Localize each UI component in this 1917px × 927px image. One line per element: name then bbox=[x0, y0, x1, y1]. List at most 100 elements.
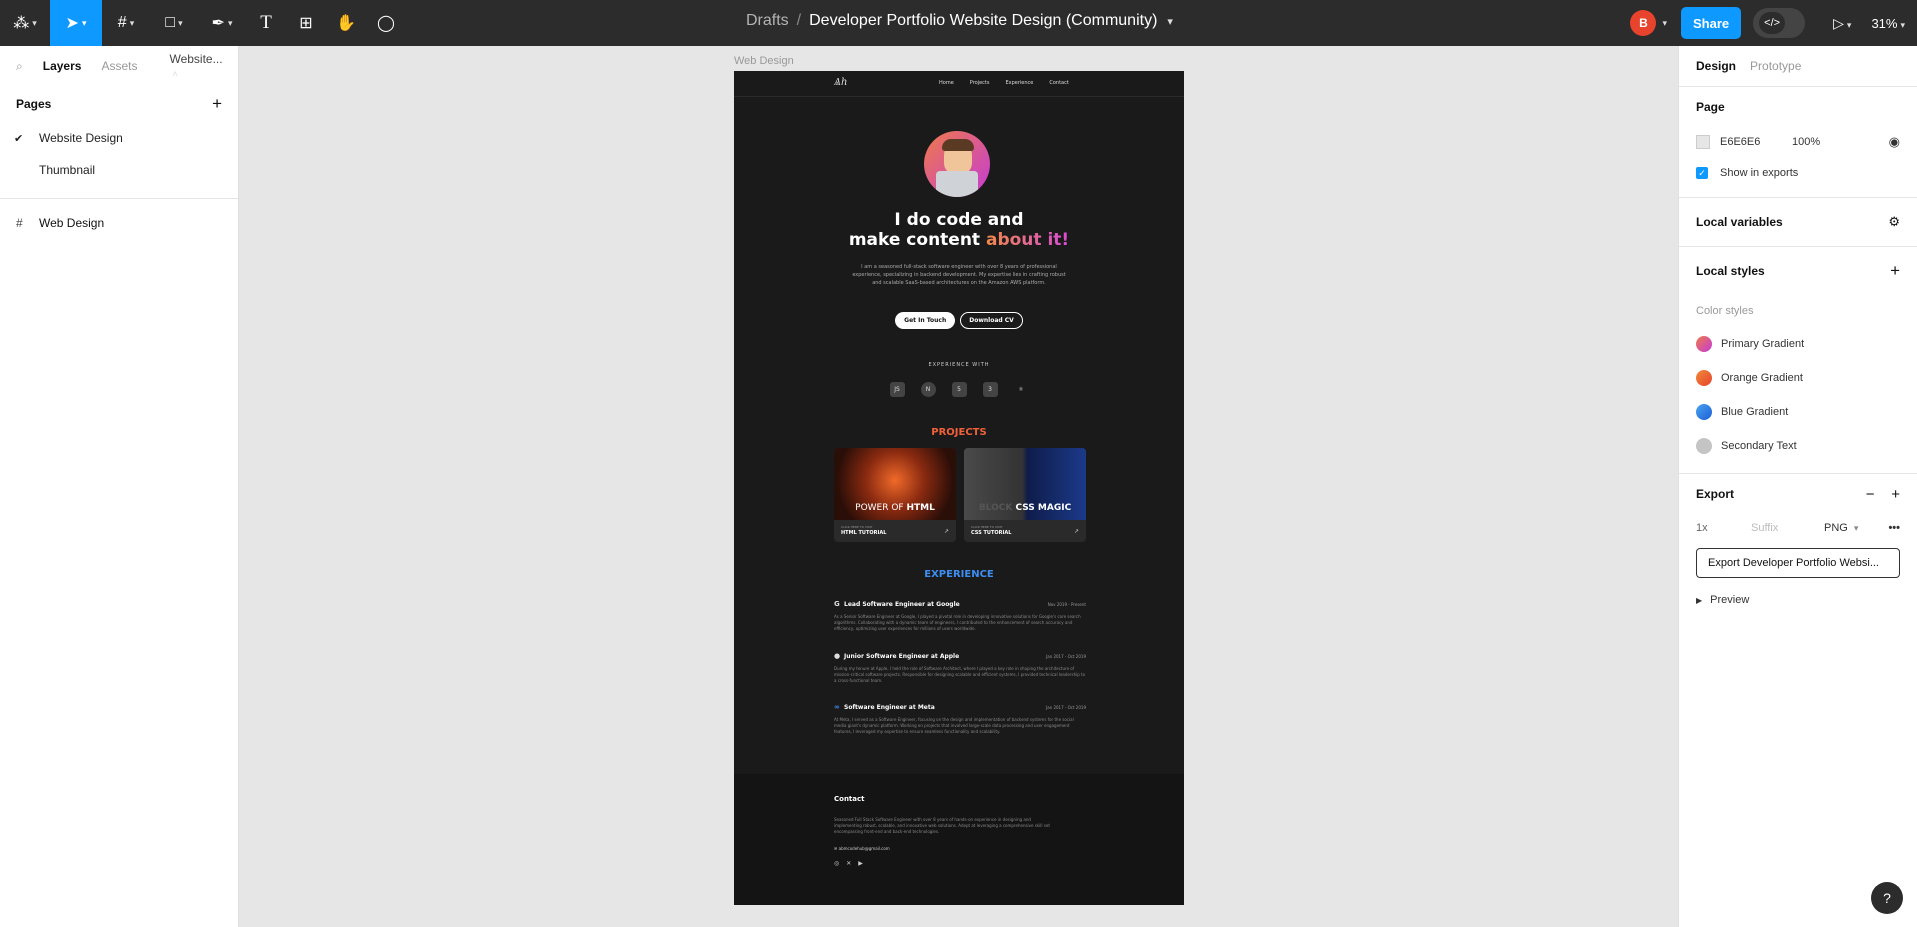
job-entry-meta: ∞ Software Engineer at Meta Jan 2017 - Oct… bbox=[834, 703, 1086, 735]
page-color-opacity[interactable]: 100% bbox=[1792, 136, 1820, 148]
preview-label: Preview bbox=[1710, 594, 1750, 606]
user-avatar[interactable]: B bbox=[1630, 10, 1657, 36]
job-title: Software Engineer at Meta bbox=[844, 703, 935, 711]
color-style-item[interactable]: Orange Gradient bbox=[1696, 361, 1900, 395]
page-switcher[interactable]: Website... ˄ bbox=[169, 52, 242, 80]
job-title: Lead Software Engineer at Google bbox=[844, 600, 960, 608]
file-menu-chevron-icon[interactable]: ▾ bbox=[1167, 16, 1173, 28]
add-page-icon[interactable]: + bbox=[212, 94, 222, 114]
hero-buttons: Get In Touch Download CV bbox=[734, 312, 1184, 329]
meta-icon: ∞ bbox=[834, 703, 840, 711]
more-options-icon[interactable]: ••• bbox=[1888, 522, 1900, 534]
pen-tool-icon[interactable]: ✒ ▾ bbox=[198, 0, 246, 46]
share-button[interactable]: Share bbox=[1680, 7, 1742, 39]
art-text-plain: BLOCK bbox=[978, 503, 1016, 513]
move-tool-icon[interactable]: ➤ ▾ bbox=[50, 0, 102, 46]
preview-toggle[interactable]: ▶ Preview bbox=[1696, 584, 1900, 616]
color-style-swatch bbox=[1696, 336, 1712, 352]
file-name[interactable]: Developer Portfolio Website Design (Comm… bbox=[809, 12, 1157, 29]
eye-icon[interactable]: ◉ bbox=[1889, 134, 1900, 150]
shape-tool-icon[interactable]: □ ▾ bbox=[150, 0, 198, 46]
frame-label[interactable]: Web Design bbox=[734, 55, 794, 67]
nav-experience[interactable]: Experience bbox=[1005, 80, 1033, 86]
external-link-icon: ↗ bbox=[1073, 528, 1079, 535]
page-section: Page E6E6E6 100% ◉ ✓ Show in exports bbox=[1679, 86, 1917, 197]
local-styles-section: Local styles + Color styles Primary Gradi… bbox=[1679, 246, 1917, 463]
local-variables-label[interactable]: Local variables bbox=[1696, 215, 1783, 229]
search-icon[interactable]: ⌕ bbox=[16, 59, 23, 74]
layer-web-design[interactable]: # Web Design bbox=[0, 207, 238, 239]
project-title: HTML TUTORIAL bbox=[841, 530, 887, 536]
instagram-icon[interactable]: ◎ bbox=[834, 860, 839, 867]
page-color-hex[interactable]: E6E6E6 bbox=[1720, 136, 1792, 148]
caret-up-icon: ˄ bbox=[172, 69, 178, 79]
color-style-swatch bbox=[1696, 404, 1712, 420]
projects-heading: PROJECTS bbox=[931, 427, 987, 438]
tab-assets[interactable]: Assets bbox=[101, 59, 137, 73]
left-tabs: ⌕ Layers Assets Website... ˄ bbox=[0, 46, 238, 86]
get-in-touch-button[interactable]: Get In Touch bbox=[895, 312, 956, 329]
add-style-icon[interactable]: + bbox=[1890, 261, 1900, 281]
dev-mode-toggle[interactable]: </> bbox=[1753, 8, 1806, 38]
figma-menu-icon[interactable]: ⁂ ▾ bbox=[10, 0, 40, 46]
job-date: Jan 2017 - Oct 2019 bbox=[1046, 653, 1086, 659]
export-settings-row: 1x Suffix PNG ▾ ••• bbox=[1696, 514, 1900, 542]
export-format-select[interactable]: PNG ▾ bbox=[1824, 522, 1858, 534]
nav-home[interactable]: Home bbox=[939, 80, 954, 86]
tab-prototype[interactable]: Prototype bbox=[1750, 59, 1801, 73]
help-icon[interactable]: ? bbox=[1871, 882, 1903, 914]
frame-tool-icon[interactable]: # ▾ bbox=[102, 0, 150, 46]
main-menu[interactable]: ⁂ ▾ bbox=[10, 0, 40, 46]
nav-projects[interactable]: Projects bbox=[970, 80, 990, 86]
color-style-label: Orange Gradient bbox=[1721, 372, 1803, 384]
hero-headline: I do code and make content about it! bbox=[734, 210, 1184, 250]
tab-design[interactable]: Design bbox=[1696, 59, 1736, 73]
multiplayer-chevron-icon[interactable]: ▾ bbox=[1662, 18, 1667, 29]
contact-section: Contact Seasoned Full Stack Software Eng… bbox=[734, 774, 1184, 905]
nav-contact[interactable]: Contact bbox=[1049, 80, 1068, 86]
page-fill-row: E6E6E6 100% ◉ bbox=[1696, 127, 1900, 157]
tab-layers[interactable]: Layers bbox=[43, 59, 82, 73]
divider bbox=[0, 198, 238, 199]
color-style-item[interactable]: Secondary Text bbox=[1696, 429, 1900, 463]
project-card-css[interactable]: BLOCK CSS MAGIC CLICK HERE TO VISIT CSS … bbox=[964, 448, 1086, 542]
contact-email[interactable]: ✉ abmcodehub@gmail.com bbox=[834, 846, 890, 851]
art-text-bold: HTML bbox=[906, 503, 935, 513]
site-nav-links: Home Projects Experience Contact bbox=[939, 80, 1069, 86]
job-description: During my tenure at Apple, I held the ro… bbox=[834, 666, 1086, 683]
toolbar: ⁂ ▾ ➤ ▾ # ▾ □ ▾ ✒ ▾ T ⊞ ✋ ◯ Drafts / Developer … bbox=[0, 0, 1917, 46]
apple-icon: ● bbox=[834, 652, 841, 660]
variables-icon[interactable]: ⚙ bbox=[1888, 214, 1900, 230]
web-design-frame[interactable]: Ѧh Home Projects Experience Contact I do… bbox=[734, 71, 1184, 905]
hand-tool-icon[interactable]: ✋ bbox=[326, 0, 366, 46]
youtube-icon[interactable]: ▶ bbox=[858, 860, 863, 867]
job-description: At Meta, I served as a Software Engineer… bbox=[834, 717, 1074, 734]
page-item-thumbnail[interactable]: Thumbnail bbox=[0, 154, 238, 186]
export-suffix-input[interactable]: Suffix bbox=[1751, 522, 1824, 534]
breadcrumb-drafts[interactable]: Drafts bbox=[746, 12, 789, 29]
color-style-item[interactable]: Blue Gradient bbox=[1696, 395, 1900, 429]
local-variables-section: Local variables ⚙ bbox=[1679, 197, 1917, 246]
google-icon: G bbox=[834, 600, 840, 608]
export-section: Export − + 1x Suffix PNG ▾ ••• Export Dev… bbox=[1679, 473, 1917, 630]
project-card-html[interactable]: POWER OF HTML CLICK HERE TO VISIT HTML T… bbox=[834, 448, 956, 542]
page-item-website-design[interactable]: ✔ Website Design bbox=[0, 122, 238, 154]
show-in-exports-label: Show in exports bbox=[1720, 167, 1799, 179]
add-export-icon[interactable]: + bbox=[1891, 486, 1900, 503]
text-tool-icon[interactable]: T bbox=[246, 0, 286, 46]
x-icon[interactable]: ✕ bbox=[846, 860, 851, 867]
download-cv-button[interactable]: Download CV bbox=[960, 312, 1023, 329]
page-color-swatch[interactable] bbox=[1696, 135, 1710, 149]
export-scale[interactable]: 1x bbox=[1696, 522, 1751, 534]
frame-icon: # bbox=[16, 216, 23, 230]
export-button[interactable]: Export Developer Portfolio Websi... bbox=[1696, 548, 1900, 578]
headline-plain: make content bbox=[848, 230, 986, 250]
site-nav: Ѧh Home Projects Experience Contact bbox=[734, 71, 1184, 97]
zoom-level[interactable]: 31% ▾ bbox=[1871, 16, 1905, 31]
resources-tool-icon[interactable]: ⊞ bbox=[286, 0, 326, 46]
color-style-item[interactable]: Primary Gradient bbox=[1696, 327, 1900, 361]
present-play-icon[interactable]: ▷ ▾ bbox=[1833, 15, 1851, 32]
show-in-exports-checkbox[interactable]: ✓ bbox=[1696, 167, 1708, 179]
comment-tool-icon[interactable]: ◯ bbox=[366, 0, 406, 46]
remove-export-icon[interactable]: − bbox=[1866, 486, 1875, 503]
